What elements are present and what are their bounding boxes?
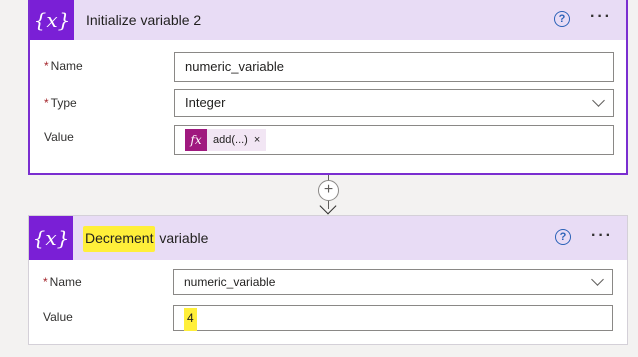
fx-icon: fx — [185, 129, 207, 151]
help-icon[interactable]: ? — [555, 229, 571, 245]
more-options-icon[interactable]: ··· — [591, 228, 613, 244]
type-label: * Type — [44, 96, 77, 110]
arrow-down-icon — [319, 197, 337, 215]
variable-icon: {x} — [29, 216, 73, 260]
value-label: Value — [44, 130, 74, 144]
card-title[interactable]: Decrement variable — [83, 216, 208, 260]
name-label: * Name — [44, 59, 83, 73]
type-select-value: Integer — [185, 95, 226, 110]
highlighted-word: Decrement — [83, 226, 156, 252]
chevron-down-icon[interactable] — [592, 94, 605, 107]
name-select[interactable]: numeric_variable — [173, 269, 613, 295]
remove-token-icon[interactable]: × — [254, 126, 266, 154]
decrement-variable-card[interactable]: {x} Decrement variable ? ··· * Name numer… — [28, 215, 628, 345]
card-title[interactable]: Initialize variable 2 — [86, 0, 201, 40]
card-header[interactable]: {x} Initialize variable 2 ? ··· — [30, 0, 626, 40]
help-icon[interactable]: ? — [554, 11, 570, 27]
type-select[interactable]: Integer — [174, 89, 614, 117]
name-label: * Name — [43, 275, 82, 289]
variable-icon: {x} — [30, 0, 74, 40]
card-header[interactable]: {x} Decrement variable ? ··· — [29, 216, 627, 260]
name-select-value: numeric_variable — [184, 275, 276, 289]
expression-token[interactable]: fx add(...) × — [185, 126, 267, 154]
value-input[interactable]: fx add(...) × — [174, 125, 614, 155]
expression-token-text: add(...) — [213, 134, 248, 146]
name-input[interactable]: numeric_variable — [174, 52, 614, 82]
initialize-variable-card[interactable]: {x} Initialize variable 2 ? ··· * Name nu… — [28, 0, 628, 175]
more-options-icon[interactable]: ··· — [590, 9, 612, 25]
chevron-down-icon[interactable] — [591, 273, 604, 286]
value-label: Value — [43, 310, 73, 324]
value-input-text: 4 — [184, 308, 197, 331]
value-input[interactable]: 4 — [173, 305, 613, 331]
